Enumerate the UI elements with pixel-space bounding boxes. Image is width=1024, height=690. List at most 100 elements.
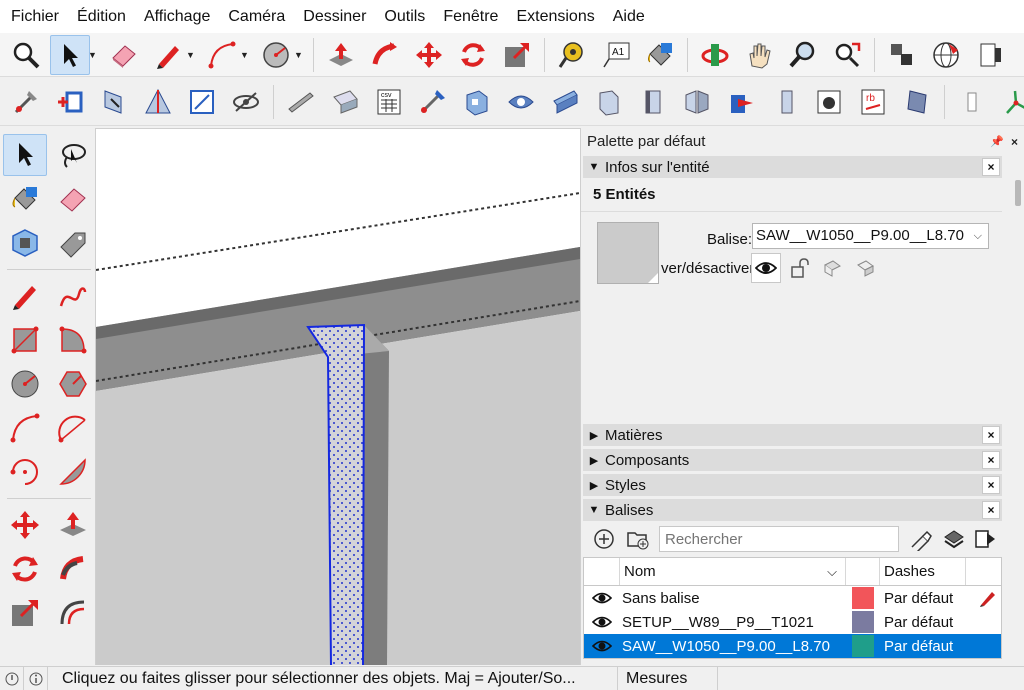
menu-edition[interactable]: Édition — [68, 0, 135, 33]
tag-color-swatch[interactable] — [846, 611, 880, 633]
extension-tool-16[interactable] — [677, 82, 717, 122]
table-row[interactable]: Sans balise Par défaut — [584, 586, 1001, 610]
tape-measure-icon[interactable] — [552, 35, 592, 75]
visibility-eye-icon[interactable] — [584, 591, 620, 605]
close-icon[interactable]: × — [982, 501, 1000, 519]
menu-aide[interactable]: Aide — [604, 0, 654, 33]
measurements-input[interactable] — [718, 667, 1024, 690]
menu-extensions[interactable]: Extensions — [507, 0, 603, 33]
two-point-arc-icon[interactable] — [51, 407, 95, 449]
info-icon[interactable] — [24, 666, 48, 690]
menu-fenetre[interactable]: Fenêtre — [434, 0, 507, 33]
close-icon[interactable]: × — [982, 451, 1000, 469]
extension-tool-21[interactable] — [897, 82, 937, 122]
menu-outils[interactable]: Outils — [375, 0, 434, 33]
extension-tool-3[interactable] — [94, 82, 134, 122]
add-tag-icon[interactable] — [589, 525, 619, 553]
rb-tool-icon[interactable]: rb — [853, 82, 893, 122]
close-icon[interactable]: × — [982, 426, 1000, 444]
visibility-eye-icon[interactable] — [584, 639, 620, 653]
extension-tool-12[interactable] — [501, 82, 541, 122]
scale-icon[interactable] — [3, 592, 47, 634]
chevron-down-icon[interactable]: ⌵ — [827, 558, 837, 586]
menu-fichier[interactable]: Fichier — [2, 0, 68, 33]
push-pull-icon[interactable] — [51, 504, 95, 546]
header-dashes[interactable]: Dashes — [880, 558, 966, 585]
chevron-down-icon[interactable]: ▼ — [186, 50, 196, 60]
pencil-icon[interactable] — [3, 275, 47, 317]
extension-tool-1[interactable] — [6, 82, 46, 122]
freehand-icon[interactable] — [51, 275, 95, 317]
lock-icon[interactable] — [784, 253, 814, 283]
close-icon[interactable]: × — [982, 158, 1000, 176]
active-tag-pencil-icon[interactable] — [976, 589, 1000, 607]
pie-icon[interactable] — [51, 451, 95, 493]
extension-tool-7[interactable] — [281, 82, 321, 122]
color-by-tag-icon[interactable] — [938, 525, 968, 553]
tag-color-swatch[interactable] — [846, 587, 880, 609]
follow-me-icon[interactable] — [365, 35, 405, 75]
extension-tool-23[interactable] — [996, 82, 1024, 122]
text-icon[interactable]: A1 — [596, 35, 636, 75]
extension-tool-15[interactable] — [633, 82, 673, 122]
scale-icon[interactable] — [497, 35, 537, 75]
details-arrow-icon[interactable] — [970, 525, 1000, 553]
drawing-viewport[interactable] — [96, 128, 580, 665]
three-point-arc-icon[interactable] — [3, 451, 47, 493]
materials-header[interactable]: ▶ Matières × — [583, 424, 1002, 446]
rotated-rectangle-icon[interactable] — [51, 319, 95, 361]
extension-tool-22[interactable] — [952, 82, 992, 122]
receive-shadows-icon[interactable] — [817, 253, 847, 283]
tag-select[interactable]: SAW__W1050__P9.00__L8.70 ⌵ — [752, 223, 989, 249]
chevron-down-icon[interactable]: ▼ — [240, 50, 250, 60]
eraser-icon[interactable] — [104, 35, 144, 75]
extension-tool-4[interactable] — [138, 82, 178, 122]
components-header[interactable]: ▶ Composants × — [583, 449, 1002, 471]
move-icon[interactable] — [3, 504, 47, 546]
extension-tool-17[interactable] — [721, 82, 761, 122]
zoom-extents-icon[interactable] — [827, 35, 867, 75]
close-icon[interactable]: × — [1011, 128, 1018, 156]
menu-affichage[interactable]: Affichage — [135, 0, 219, 33]
circle-icon[interactable] — [256, 35, 296, 75]
styles-header[interactable]: ▶ Styles × — [583, 474, 1002, 496]
extension-tool-14[interactable] — [589, 82, 629, 122]
extension-tool-10[interactable] — [413, 82, 453, 122]
arc-icon[interactable] — [3, 407, 47, 449]
extension-tool-2[interactable] — [50, 82, 90, 122]
offset-icon[interactable] — [51, 592, 95, 634]
eraser-icon[interactable] — [51, 178, 95, 220]
extension-tool-11[interactable] — [457, 82, 497, 122]
push-pull-icon[interactable] — [321, 35, 361, 75]
select-icon[interactable] — [3, 134, 47, 176]
warehouse-icon[interactable] — [970, 35, 1010, 75]
extension-tool-8[interactable] — [325, 82, 365, 122]
tag-dashes[interactable]: Par défaut — [880, 638, 976, 655]
lasso-icon[interactable] — [51, 134, 95, 176]
make-component-icon[interactable] — [3, 222, 47, 264]
paint-bucket-icon[interactable] — [3, 178, 47, 220]
material-swatch[interactable] — [597, 222, 659, 284]
tag-icon[interactable] — [51, 222, 95, 264]
close-icon[interactable]: × — [982, 476, 1000, 494]
extension-tool-5[interactable] — [182, 82, 222, 122]
components-icon[interactable] — [882, 35, 922, 75]
cast-shadows-icon[interactable] — [850, 253, 880, 283]
header-name[interactable]: Nom ⌵ — [620, 558, 846, 585]
select-icon[interactable] — [50, 34, 90, 75]
chevron-down-icon[interactable]: ▼ — [88, 50, 98, 60]
menu-dessiner[interactable]: Dessiner — [294, 0, 375, 33]
rotate-icon[interactable] — [3, 548, 47, 590]
visibility-eye-icon[interactable] — [584, 615, 620, 629]
circle-icon[interactable] — [3, 363, 47, 405]
rectangle-icon[interactable] — [3, 319, 47, 361]
geo-location-icon[interactable] — [926, 35, 966, 75]
zoom-window-icon[interactable] — [783, 35, 823, 75]
tag-dashes[interactable]: Par défaut — [880, 614, 976, 631]
chevron-down-icon[interactable]: ▼ — [294, 50, 304, 60]
polygon-icon[interactable] — [51, 363, 95, 405]
extension-tool-18[interactable] — [765, 82, 805, 122]
extension-tool-6[interactable] — [226, 82, 266, 122]
table-row[interactable]: SETUP__W89__P9__T1021 Par défaut — [584, 610, 1001, 634]
orbit-icon[interactable] — [695, 35, 735, 75]
